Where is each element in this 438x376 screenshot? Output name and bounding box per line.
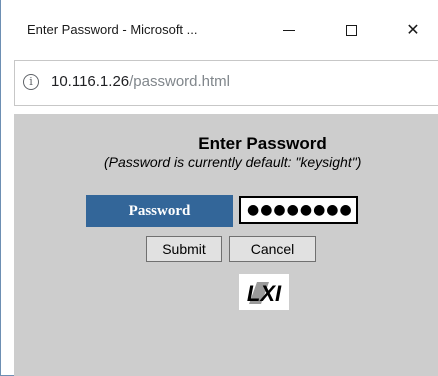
lxi-logo-text: LXI xyxy=(247,281,282,306)
close-button[interactable]: ✕ xyxy=(393,14,433,46)
password-input[interactable]: ●●●●●●●● xyxy=(239,196,358,224)
browser-window: Enter Password - Microsoft ... ✕ i 10.11… xyxy=(0,0,438,376)
page-content: Enter Password (Password is currently de… xyxy=(14,114,438,376)
maximize-icon xyxy=(345,24,357,36)
minimize-button[interactable] xyxy=(269,14,309,46)
address-bar[interactable]: i 10.116.1.26/password.html xyxy=(14,60,438,106)
url-text[interactable]: 10.116.1.26/password.html xyxy=(51,73,230,90)
cancel-button[interactable]: Cancel xyxy=(229,236,316,262)
page-title: Enter Password xyxy=(198,134,327,153)
page-subtitle: (Password is currently default: "keysigh… xyxy=(104,154,362,170)
close-icon: ✕ xyxy=(406,22,420,39)
lxi-logo: LXI xyxy=(239,274,289,310)
password-label: Password xyxy=(86,195,233,227)
url-path: /password.html xyxy=(129,73,231,90)
url-host: 10.116.1.26 xyxy=(51,73,130,90)
info-icon[interactable]: i xyxy=(23,74,39,90)
maximize-button[interactable] xyxy=(331,14,371,46)
title-bar[interactable]: Enter Password - Microsoft ... ✕ xyxy=(1,0,438,60)
submit-button[interactable]: Submit xyxy=(146,236,222,262)
minimize-icon xyxy=(283,29,295,31)
window-title: Enter Password - Microsoft ... xyxy=(27,22,198,37)
